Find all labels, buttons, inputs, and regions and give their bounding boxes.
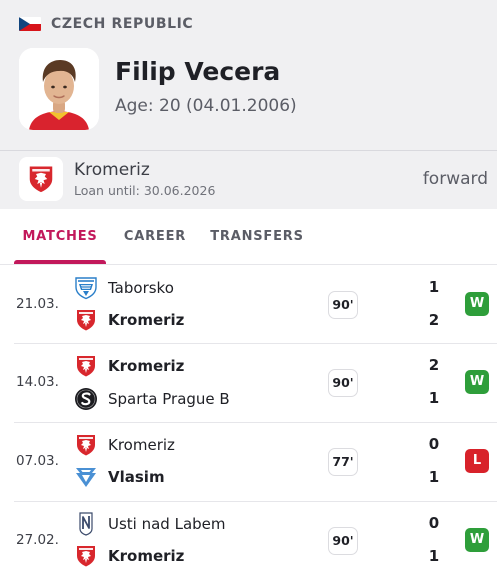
away-score: 2	[428, 311, 440, 329]
vlasim-crest-icon	[74, 465, 98, 489]
match-date: 14.03.	[16, 374, 59, 390]
away-team[interactable]: Kromeriz	[74, 543, 184, 569]
loan-until-text: Loan until: 30.06.2026	[74, 183, 216, 198]
minutes-played-badge: 77'	[328, 448, 358, 476]
sparta-crest-icon	[74, 387, 98, 411]
match-date: 21.03.	[16, 296, 59, 312]
tab-career[interactable]: CAREER	[118, 209, 192, 265]
home-team[interactable]: Taborsko	[74, 275, 174, 301]
home-score: 2	[428, 356, 440, 374]
match-row[interactable]: 14.03. Kromeriz Sparta Prague B 90' 2 1 …	[0, 344, 497, 422]
player-avatar	[19, 48, 99, 130]
minutes-played-badge: 90'	[328, 527, 358, 555]
tab-transfers[interactable]: TRANSFERS	[206, 209, 308, 265]
player-position: forward	[422, 169, 488, 189]
away-team[interactable]: Sparta Prague B	[74, 386, 230, 412]
away-team-name: Sparta Prague B	[108, 390, 230, 408]
home-team[interactable]: Kromeriz	[74, 432, 175, 458]
home-team[interactable]: Kromeriz	[74, 353, 184, 379]
match-date: 27.02.	[16, 532, 59, 548]
home-team-name: Usti nad Labem	[108, 515, 226, 533]
home-score: 0	[428, 514, 440, 532]
result-badge-win: W	[465, 370, 489, 394]
club-bar[interactable]: Kromeriz Loan until: 30.06.2026 forward	[0, 151, 497, 209]
country-name[interactable]: CZECH REPUBLIC	[51, 16, 193, 32]
minutes-played-badge: 90'	[328, 291, 358, 319]
club-name[interactable]: Kromeriz	[74, 160, 150, 180]
active-tab-indicator	[14, 260, 106, 264]
player-age: Age: 20 (04.01.2006)	[115, 96, 297, 116]
tab-matches[interactable]: MATCHES	[14, 209, 106, 265]
taborsko-crest-icon	[74, 276, 98, 300]
away-score: 1	[428, 468, 440, 486]
away-team-name: Kromeriz	[108, 547, 185, 565]
result-badge-win: W	[465, 292, 489, 316]
away-score: 1	[428, 547, 440, 565]
czech-flag-icon	[19, 17, 41, 31]
minutes-played-badge: 90'	[328, 369, 358, 397]
home-team-name: Kromeriz	[108, 357, 185, 375]
usti-crest-icon	[74, 512, 98, 536]
match-date: 07.03.	[16, 453, 59, 469]
country-row[interactable]: CZECH REPUBLIC	[19, 14, 193, 34]
home-team-name: Taborsko	[108, 279, 174, 297]
match-row[interactable]: 07.03. Kromeriz Vlasim 77' 0 1 L	[0, 423, 497, 501]
result-badge-win: W	[465, 528, 489, 552]
away-score: 1	[428, 389, 440, 407]
tab-bar: MATCHES CAREER TRANSFERS	[0, 209, 497, 265]
player-header: CZECH REPUBLIC Filip Vecera Age: 20 (04.…	[0, 0, 497, 150]
match-row[interactable]: 21.03. Taborsko Kromeriz 90' 1 2 W	[0, 266, 497, 344]
away-team-name: Vlasim	[108, 468, 165, 486]
kromeriz-crest-icon	[74, 544, 98, 568]
kromeriz-crest-icon	[74, 354, 98, 378]
kromeriz-crest-icon	[74, 433, 98, 457]
away-team[interactable]: Kromeriz	[74, 307, 184, 333]
home-team[interactable]: Usti nad Labem	[74, 511, 226, 537]
kromeriz-crest-icon	[74, 308, 98, 332]
home-team-name: Kromeriz	[108, 436, 175, 454]
club-logo[interactable]	[19, 157, 63, 201]
away-team[interactable]: Vlasim	[74, 464, 165, 490]
kromeriz-crest-icon	[26, 164, 56, 194]
home-score: 0	[428, 435, 440, 453]
result-badge-loss: L	[465, 449, 489, 473]
away-team-name: Kromeriz	[108, 311, 185, 329]
player-name: Filip Vecera	[115, 57, 281, 86]
match-row[interactable]: 27.02. Usti nad Labem Kromeriz 90' 0 1 W	[0, 502, 497, 576]
player-photo-icon	[19, 48, 99, 130]
home-score: 1	[428, 278, 440, 296]
